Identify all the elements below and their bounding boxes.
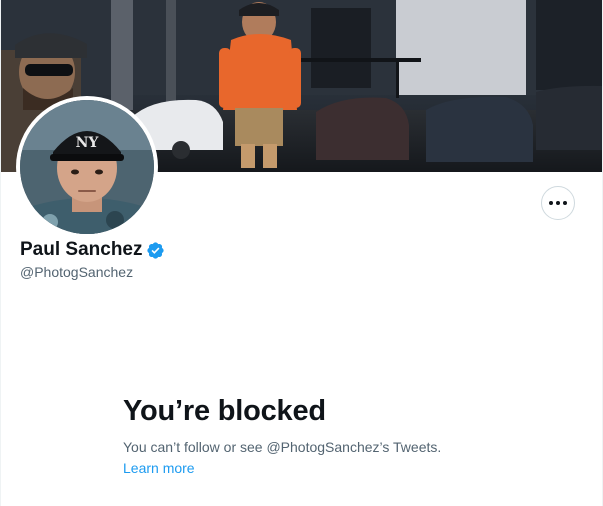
more-horizontal-icon	[549, 201, 567, 205]
profile-page: NY Paul Sanchez @PhotogSanchez You’re bl…	[0, 0, 603, 506]
avatar-photo: NY	[20, 100, 154, 234]
blocked-description: You can’t follow or see @PhotogSanchez’s…	[123, 439, 442, 455]
blocked-title: You’re blocked	[123, 395, 326, 427]
svg-text:NY: NY	[76, 135, 100, 151]
more-options-button[interactable]	[541, 186, 575, 220]
profile-name-row: Paul Sanchez	[20, 238, 165, 262]
profile-handle: @PhotogSanchez	[20, 264, 134, 280]
learn-more-link[interactable]: Learn more	[123, 459, 195, 478]
profile-name: Paul Sanchez	[20, 239, 143, 260]
profile-avatar[interactable]: NY	[16, 96, 158, 238]
verified-badge-icon	[146, 241, 165, 260]
